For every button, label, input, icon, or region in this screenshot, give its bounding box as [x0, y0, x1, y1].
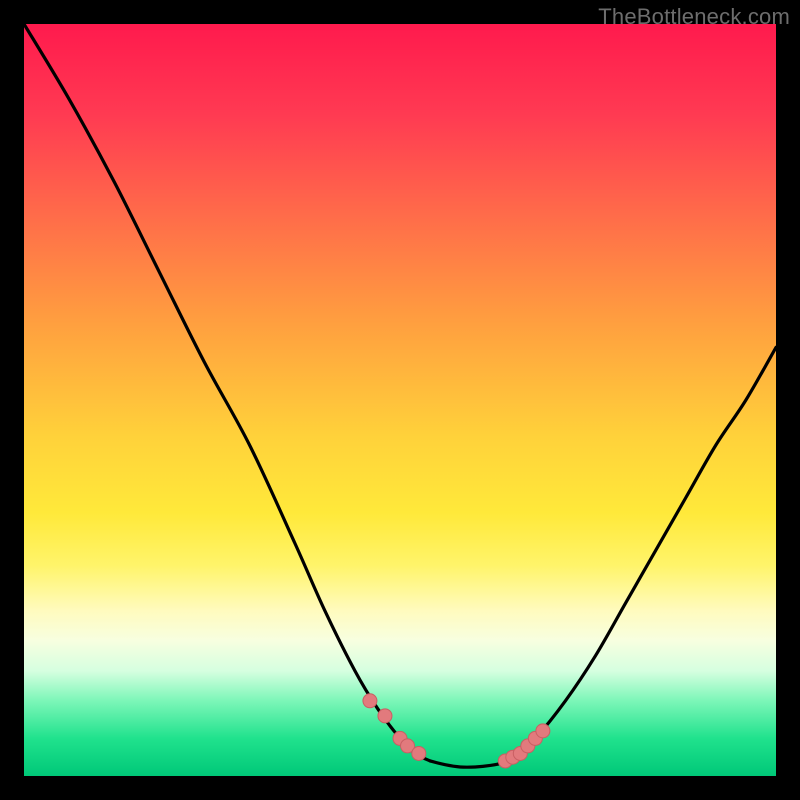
chart-frame: TheBottleneck.com: [0, 0, 800, 800]
curve-path-right: [513, 347, 776, 759]
data-marker: [363, 694, 377, 708]
data-marker: [536, 724, 550, 738]
data-marker: [378, 709, 392, 723]
curve-layer: [24, 24, 776, 776]
marker-group-left: [363, 694, 426, 761]
plot-area: [24, 24, 776, 776]
data-marker: [412, 746, 426, 760]
marker-group-right: [498, 724, 550, 768]
curve-path-left: [24, 24, 430, 761]
